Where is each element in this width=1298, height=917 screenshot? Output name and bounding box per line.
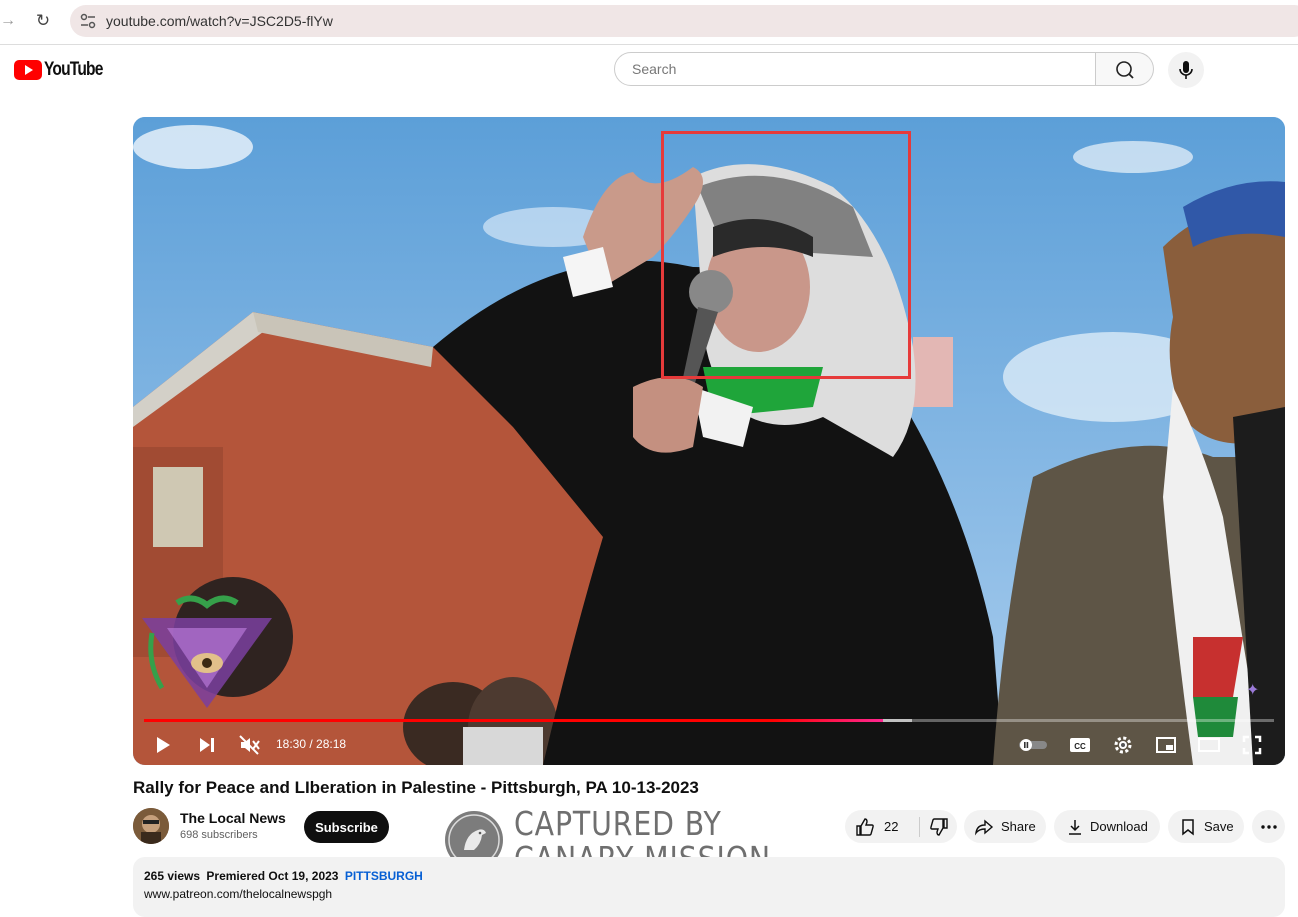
- watermark-line-1: CAPTURED BY: [514, 804, 722, 843]
- description-box[interactable]: 265 views Premiered Oct 19, 2023 PITTSBU…: [133, 857, 1285, 917]
- browser-toolbar: → ↻ youtube.com/watch?v=JSC2D5-flYw: [0, 0, 1298, 45]
- settings-button[interactable]: [1111, 731, 1135, 759]
- autoplay-toggle-icon: [1019, 739, 1047, 751]
- progress-played: [144, 719, 884, 722]
- thumbs-up-icon: [856, 817, 874, 836]
- mute-button[interactable]: [237, 731, 263, 759]
- hashtag-link[interactable]: PITTSBURGH: [345, 869, 423, 883]
- download-label: Download: [1090, 819, 1148, 834]
- like-dislike-group: 22: [845, 810, 957, 843]
- channel-name[interactable]: The Local News: [180, 810, 286, 826]
- youtube-play-logo-icon: [14, 60, 42, 80]
- address-bar[interactable]: youtube.com/watch?v=JSC2D5-flYw: [70, 5, 1298, 37]
- more-actions-button[interactable]: [1252, 810, 1285, 843]
- description-link[interactable]: www.patreon.com/thelocalnewspgh: [144, 887, 332, 901]
- video-title: Rally for Peace and LIberation in Palest…: [133, 778, 699, 797]
- volume-muted-icon: [239, 735, 260, 755]
- description-meta: 265 views Premiered Oct 19, 2023 PITTSBU…: [144, 869, 423, 883]
- save-label: Save: [1204, 819, 1234, 834]
- download-button[interactable]: Download: [1054, 810, 1160, 843]
- share-button[interactable]: Share: [964, 810, 1046, 843]
- fullscreen-icon: [1242, 735, 1262, 755]
- like-count: 22: [884, 819, 899, 834]
- skip-next-icon: [200, 738, 214, 752]
- thumbs-down-icon: [930, 817, 948, 836]
- search-input[interactable]: [630, 60, 1074, 78]
- download-icon: [1069, 819, 1081, 835]
- svg-text:CC: CC: [1074, 742, 1086, 751]
- captions-icon: CC: [1070, 738, 1090, 752]
- theater-mode-button[interactable]: [1197, 731, 1221, 759]
- miniplayer-icon: [1156, 737, 1176, 753]
- search-button[interactable]: [1096, 52, 1154, 86]
- play-button[interactable]: [151, 731, 175, 759]
- search-icon: [1116, 61, 1134, 79]
- more-horizontal-icon: [1260, 824, 1277, 829]
- url-text[interactable]: youtube.com/watch?v=JSC2D5-flYw: [106, 13, 333, 29]
- channel-watermark-logo-icon: [142, 595, 272, 708]
- like-button[interactable]: 22: [845, 817, 919, 837]
- autoplay-toggle[interactable]: [1017, 731, 1049, 759]
- save-button[interactable]: Save: [1168, 810, 1244, 843]
- corner-logo-icon: ✦: [1246, 682, 1260, 699]
- subscriber-count: 698 subscribers: [180, 829, 258, 841]
- forward-arrow-icon[interactable]: →: [0, 11, 16, 31]
- reload-icon[interactable]: ↻: [33, 11, 53, 31]
- avatar-image: [133, 808, 169, 844]
- player-controls: 18:30 / 28:18 CC: [133, 725, 1285, 765]
- share-label: Share: [1001, 819, 1036, 834]
- share-icon: [974, 818, 994, 836]
- video-player[interactable]: ✦ 18:30 / 28:18 CC: [133, 117, 1285, 765]
- dislike-button[interactable]: [920, 817, 949, 837]
- time-display: 18:30 / 28:18: [276, 737, 347, 751]
- subscribe-button[interactable]: Subscribe: [304, 811, 389, 843]
- theater-mode-icon: [1198, 738, 1220, 752]
- youtube-logo[interactable]: YouTube: [14, 59, 115, 80]
- view-count: 265 views: [144, 869, 201, 883]
- voice-search-button[interactable]: [1168, 52, 1204, 88]
- mic-icon: [1179, 61, 1193, 79]
- gear-icon: [1114, 736, 1132, 754]
- captions-button[interactable]: CC: [1068, 731, 1092, 759]
- next-button[interactable]: [195, 731, 219, 759]
- bookmark-icon: [1182, 818, 1194, 836]
- play-icon: [157, 737, 170, 753]
- site-settings-icon[interactable]: [79, 12, 97, 30]
- search-box[interactable]: [614, 52, 1096, 86]
- progress-bar[interactable]: [144, 719, 1274, 722]
- annotation-highlight-box: [661, 131, 911, 379]
- fullscreen-button[interactable]: [1240, 731, 1264, 759]
- channel-avatar[interactable]: [133, 808, 169, 844]
- premiere-date: Premiered Oct 19, 2023: [206, 869, 339, 883]
- miniplayer-button[interactable]: [1154, 731, 1178, 759]
- youtube-logo-text: YouTube: [44, 59, 103, 80]
